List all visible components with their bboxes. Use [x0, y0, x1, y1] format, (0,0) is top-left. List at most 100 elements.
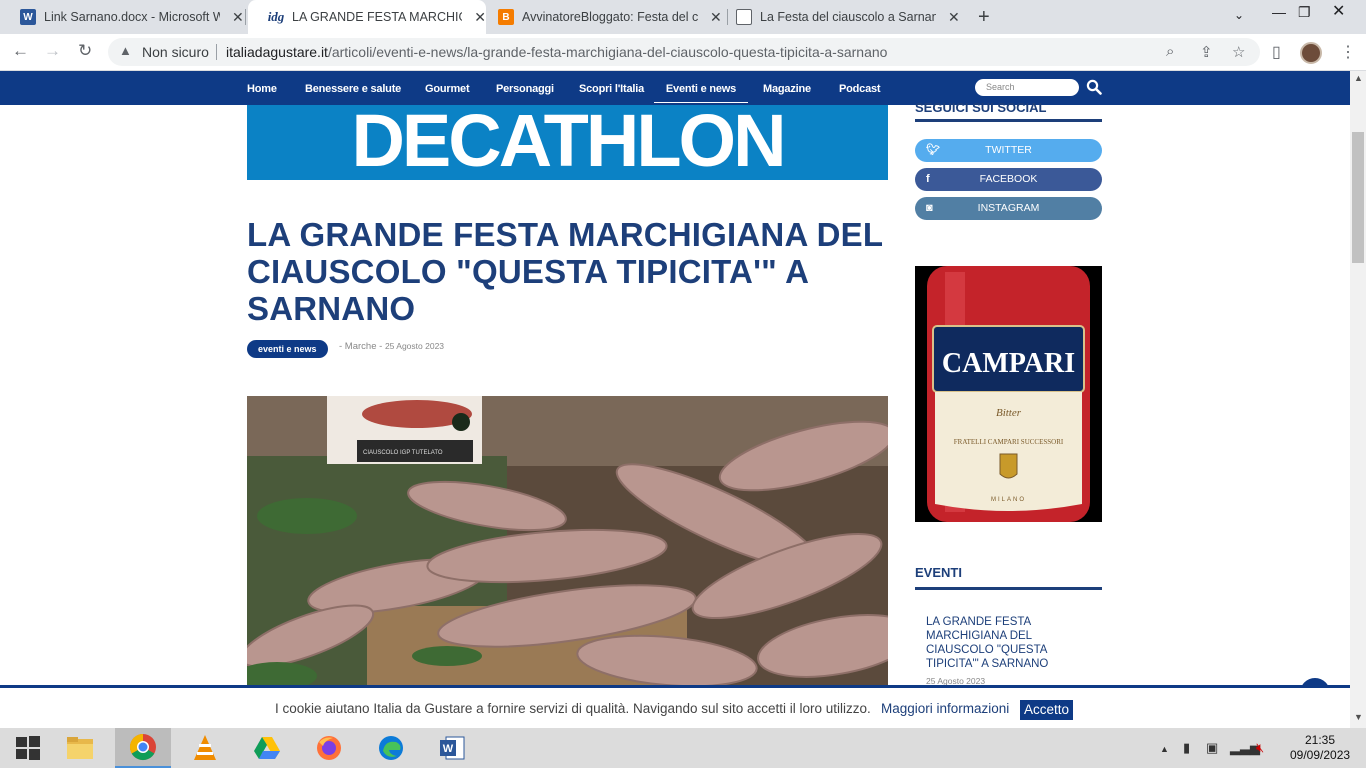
warning-icon: ▲ [119, 43, 132, 58]
cookie-banner: I cookie aiutano Italia da Gustare a for… [0, 685, 1350, 728]
file-explorer-button[interactable] [52, 728, 108, 768]
idg-icon: idg [267, 9, 285, 25]
banner-brand: DECATHLON [351, 105, 786, 180]
battery-icon[interactable]: ▮ [1183, 740, 1190, 756]
browser-toolbar: ← → ↻ ▲ Non sicuro italiadagustare.it/ar… [0, 34, 1366, 71]
instagram-button[interactable]: ◙ INSTAGRAM [915, 197, 1102, 220]
edge-icon [379, 736, 403, 760]
article-region: - Marche - [339, 341, 383, 352]
clock-time: 21:35 [1304, 733, 1336, 747]
minimize-icon[interactable]: — [1272, 4, 1286, 20]
show-hidden-icons[interactable]: ▲ [1160, 744, 1169, 754]
tab-search-icon[interactable]: ⌄ [1234, 8, 1244, 22]
nav-gourmet[interactable]: Gourmet [425, 83, 470, 95]
address-divider [216, 44, 217, 60]
profile-avatar[interactable] [1300, 42, 1322, 64]
system-clock[interactable]: 21:35 09/09/2023 [1290, 733, 1350, 763]
device-icon[interactable]: ▣ [1206, 740, 1218, 756]
campari-city: MILANO [991, 497, 1026, 503]
restore-icon[interactable]: ❐ [1298, 4, 1311, 21]
scroll-down-icon[interactable]: ▼ [1354, 712, 1363, 722]
nav-podcast[interactable]: Podcast [839, 83, 881, 95]
new-tab-icon[interactable]: + [978, 6, 990, 29]
campari-brand: CAMPARI [942, 348, 1075, 379]
google-drive-button[interactable] [239, 728, 295, 768]
nav-scopri-italia[interactable]: Scopri l'Italia [579, 83, 644, 95]
address-bar[interactable]: ▲ Non sicuro italiadagustare.it/articoli… [108, 38, 1260, 66]
close-tab-icon[interactable]: ✕ [948, 9, 960, 26]
tab-word-doc[interactable]: W Link Sarnano.docx - Microsoft Word Onl… [0, 0, 246, 34]
blogger-icon: B [498, 9, 514, 25]
scroll-up-icon[interactable]: ▲ [1354, 73, 1363, 83]
close-tab-icon[interactable]: ✕ [232, 9, 244, 26]
campari-ad[interactable]: CAMPARI Bitter FRATELLI CAMPARI SUCCESSO… [915, 266, 1102, 522]
nav-personaggi[interactable]: Personaggi [496, 83, 554, 95]
cookie-accept-button[interactable]: Accetto [1020, 700, 1074, 720]
article-photo: CIAUSCOLO IGP TUTELATO [247, 396, 888, 686]
reload-icon[interactable]: ↻ [78, 41, 92, 61]
tab-festa-ciauscolo[interactable]: La Festa del ciauscolo a Sarnano ✕ [716, 0, 966, 34]
chrome-icon [129, 733, 156, 761]
facebook-button[interactable]: f FACEBOOK [915, 168, 1102, 191]
campari-script: Bitter [996, 407, 1022, 419]
clock-date: 09/09/2023 [1290, 748, 1351, 762]
edge-button[interactable] [363, 728, 419, 768]
url-path: /articoli/eventi-e-news/la-grande-festa-… [327, 44, 888, 60]
site-search-input[interactable]: Search [975, 79, 1079, 96]
security-label[interactable]: Non sicuro [142, 44, 209, 60]
twitter-icon: 🐦︎ [926, 144, 940, 156]
site-navigation: Home Benessere e salute Gourmet Personag… [0, 71, 1350, 105]
chrome-button[interactable] [115, 728, 171, 768]
instagram-label: INSTAGRAM [977, 202, 1040, 214]
twitter-button[interactable]: 🐦︎ TWITTER [915, 139, 1102, 162]
firefox-button[interactable] [301, 728, 357, 768]
article-date: 25 Agosto 2023 [384, 341, 445, 351]
campari-line: FRATELLI CAMPARI SUCCESSORI [954, 438, 1064, 446]
article-title: LA GRANDE FESTA MARCHIGIANA DEL CIAUSCOL… [247, 216, 883, 327]
vlc-icon [194, 735, 216, 760]
url-text[interactable]: italiadagustare.it/articoli/eventi-e-new… [226, 44, 887, 60]
decathlon-ad-banner[interactable]: DECATHLON [247, 105, 888, 180]
back-icon[interactable]: ← [12, 41, 29, 61]
close-window-icon[interactable]: ✕ [1332, 1, 1345, 21]
facebook-label: FACEBOOK [979, 173, 1038, 185]
vlc-button[interactable] [177, 728, 233, 768]
google-drive-icon [254, 737, 280, 759]
file-explorer-icon [67, 737, 93, 759]
facebook-icon: f [926, 173, 930, 185]
url-domain: italiadagustare.it [226, 44, 328, 60]
volume-muted-icon[interactable]: 🔇︎ [1256, 740, 1264, 756]
word-taskbar-icon: W [440, 736, 465, 760]
nav-magazine[interactable]: Magazine [763, 83, 811, 95]
firefox-icon [317, 736, 341, 760]
forward-icon[interactable]: → [44, 41, 61, 61]
start-button[interactable] [0, 728, 56, 768]
event-link[interactable]: LA GRANDE FESTA MARCHIGIANA DEL CIAUSCOL… [926, 615, 1076, 671]
social-heading: SEGUICI SUI SOCIAL [915, 100, 1102, 122]
zoom-icon[interactable]: ⌕ [1166, 43, 1174, 60]
nav-home[interactable]: Home [247, 83, 277, 95]
search-icon[interactable] [1086, 79, 1102, 95]
web-page: DECATHLON Home Benessere e salute Gourme… [0, 71, 1350, 686]
menu-icon[interactable]: ⋮ [1340, 42, 1356, 62]
nav-benessere[interactable]: Benessere e salute [305, 83, 401, 95]
word-icon: W [20, 9, 36, 25]
page-scrollbar[interactable]: ▲ ▼ [1350, 71, 1366, 728]
bookmark-star-icon[interactable]: ☆ [1232, 43, 1245, 61]
side-panel-icon[interactable]: ▯ [1272, 42, 1281, 62]
article-meta: - Marche - 25 Agosto 2023 [339, 341, 444, 352]
scrollbar-thumb[interactable] [1352, 132, 1364, 263]
share-icon[interactable]: ⇪ [1200, 43, 1213, 61]
windows-taskbar: W ▲ ▮ ▣ ▂▃▅ 🔇︎ 21:35 09/09/2023 [0, 728, 1366, 768]
word-button[interactable]: W [424, 728, 480, 768]
tab-avvinatore[interactable]: B AvvinatoreBloggato: Festa del ciauscol… [478, 0, 728, 34]
start-icon [16, 736, 40, 760]
svg-text:W: W [443, 743, 454, 755]
nav-eventi-news[interactable]: Eventi e news [654, 83, 748, 103]
category-tag[interactable]: eventi e news [247, 340, 328, 358]
cookie-more-link[interactable]: Maggiori informazioni [881, 701, 1009, 716]
tab-italiadagustare[interactable]: idg LA GRANDE FESTA MARCHIGIANA DEL CIAU… [248, 0, 486, 34]
page-icon [736, 9, 752, 25]
photo-label: CIAUSCOLO IGP TUTELATO [363, 450, 443, 456]
tab-separator [245, 9, 246, 25]
